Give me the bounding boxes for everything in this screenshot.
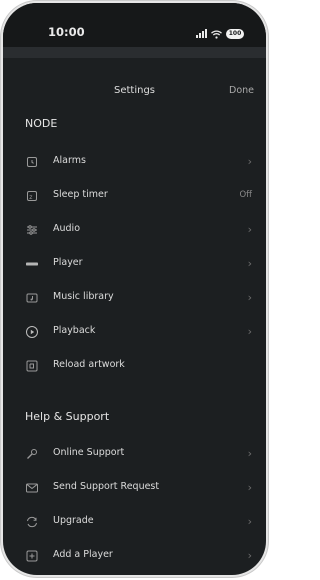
section-heading-help: Help & Support xyxy=(25,410,110,423)
status-icons: 100 xyxy=(196,24,244,43)
chevron-right-icon: › xyxy=(247,481,252,494)
sleep-timer-icon: z xyxy=(25,189,39,203)
item-label: Upgrade xyxy=(53,515,94,526)
envelope-icon xyxy=(25,481,39,495)
settings-item-reload-artwork[interactable]: Reload artwork xyxy=(3,349,266,383)
sleep-timer-value: Off xyxy=(239,190,252,200)
status-bar: 10:00 100 xyxy=(3,3,266,47)
header-divider xyxy=(3,47,266,58)
upgrade-arrows-icon xyxy=(25,515,39,529)
battery-icon: 100 xyxy=(226,28,244,39)
chevron-right-icon: › xyxy=(247,447,252,460)
section-heading-node: NODE xyxy=(25,117,58,130)
settings-item-add-a-player[interactable]: Add a Player › xyxy=(3,539,266,573)
item-label: Send Support Request xyxy=(53,481,160,492)
chevron-right-icon: › xyxy=(247,155,252,168)
item-label: Alarms xyxy=(53,155,86,166)
nav-header: Settings Done xyxy=(3,58,266,113)
item-label: Add a Player xyxy=(53,549,113,560)
item-label: Audio xyxy=(53,223,81,234)
item-label: Reload artwork xyxy=(53,359,125,370)
phone-frame: 10:00 100 Settings Done NODE Alarms › z … xyxy=(3,3,266,575)
wifi-icon xyxy=(211,24,222,43)
settings-item-audio[interactable]: Audio › xyxy=(3,213,266,247)
settings-item-alarms[interactable]: Alarms › xyxy=(3,145,266,179)
chevron-right-icon: › xyxy=(247,549,252,562)
player-bar-icon xyxy=(25,257,39,271)
svg-text:z: z xyxy=(29,194,32,201)
music-library-icon xyxy=(25,291,39,305)
settings-item-player[interactable]: Player › xyxy=(3,247,266,281)
settings-item-upgrade[interactable]: Upgrade › xyxy=(3,505,266,539)
settings-item-sleep-timer[interactable]: z Sleep timer Off xyxy=(3,179,266,213)
wrench-icon xyxy=(25,447,39,461)
item-label: Online Support xyxy=(53,447,125,458)
settings-item-online-support[interactable]: Online Support › xyxy=(3,437,266,471)
play-circle-icon xyxy=(25,325,39,339)
alarm-clock-icon xyxy=(25,155,39,169)
signal-icon xyxy=(196,29,207,38)
settings-item-music-library[interactable]: Music library › xyxy=(3,281,266,315)
page-title: Settings xyxy=(113,85,155,96)
reload-artwork-icon xyxy=(25,359,39,373)
item-label: Playback xyxy=(53,325,96,336)
chevron-right-icon: › xyxy=(247,257,252,270)
item-label: Music library xyxy=(53,291,114,302)
add-player-icon xyxy=(25,549,39,563)
done-button[interactable]: Done xyxy=(229,85,254,96)
settings-item-send-support-request[interactable]: Send Support Request › xyxy=(3,471,266,505)
sliders-icon xyxy=(25,223,39,237)
settings-item-playback[interactable]: Playback › xyxy=(3,315,266,349)
chevron-right-icon: › xyxy=(247,325,252,338)
status-time: 10:00 xyxy=(48,25,85,39)
chevron-right-icon: › xyxy=(247,515,252,528)
item-label: Player xyxy=(53,257,83,268)
chevron-right-icon: › xyxy=(247,291,252,304)
item-label: Sleep timer xyxy=(53,189,108,200)
chevron-right-icon: › xyxy=(247,223,252,236)
